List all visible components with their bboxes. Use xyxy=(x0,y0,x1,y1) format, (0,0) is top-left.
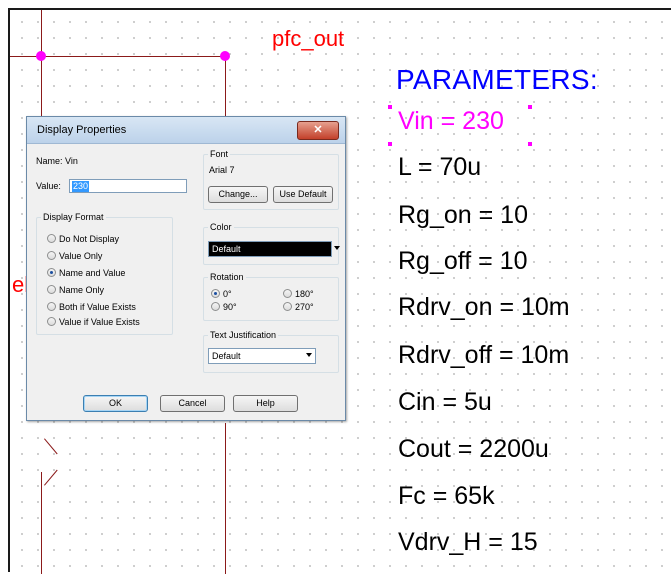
param-rg-on[interactable]: Rg_on = 10 xyxy=(398,201,528,230)
param-cin[interactable]: Cin = 5u xyxy=(398,388,492,417)
radio-rotation-0[interactable] xyxy=(211,289,220,298)
radio-label-value-only[interactable]: Value Only xyxy=(59,251,102,261)
radio-do-not-display[interactable] xyxy=(47,234,56,243)
close-icon: ✕ xyxy=(313,124,323,136)
radio-label-rotation-270[interactable]: 270° xyxy=(295,302,314,312)
text-justification-value: Default xyxy=(212,351,241,361)
name-value: Vin xyxy=(65,156,78,166)
param-cout[interactable]: Cout = 2200u xyxy=(398,435,549,464)
display-properties-dialog: Display Properties ✕ Name: Vin Value: 23… xyxy=(26,116,346,421)
selection-handle[interactable] xyxy=(388,142,392,146)
text-justification-select[interactable]: Default xyxy=(208,348,316,364)
radio-label-name-only[interactable]: Name Only xyxy=(59,285,104,295)
wire-right-lower[interactable] xyxy=(225,423,226,574)
help-button[interactable]: Help xyxy=(233,395,298,412)
radio-name-and-value[interactable] xyxy=(47,268,56,277)
param-l[interactable]: L = 70u xyxy=(398,153,481,182)
selection-handle[interactable] xyxy=(528,142,532,146)
color-select-value: Default xyxy=(212,244,241,254)
ok-button[interactable]: OK xyxy=(83,395,148,412)
chevron-down-icon xyxy=(334,246,340,250)
name-label: Name: xyxy=(36,156,63,166)
display-format-title: Display Format xyxy=(41,212,106,222)
radio-value-if-value-exists[interactable] xyxy=(47,317,56,326)
wire-bend-b[interactable] xyxy=(44,469,58,486)
wire-left-vertical[interactable] xyxy=(41,10,42,118)
parameters-title[interactable]: PARAMETERS: xyxy=(396,64,598,96)
param-vdrv-h[interactable]: Vdrv_H = 15 xyxy=(398,528,538,557)
radio-label-name-and-value[interactable]: Name and Value xyxy=(59,268,125,278)
close-button[interactable]: ✕ xyxy=(297,121,339,140)
radio-label-do-not-display[interactable]: Do Not Display xyxy=(59,234,119,244)
rotation-title: Rotation xyxy=(208,272,246,282)
font-title: Font xyxy=(208,149,231,159)
cancel-button[interactable]: Cancel xyxy=(160,395,225,412)
net-label-pfc-out[interactable]: pfc_out xyxy=(272,26,344,52)
change-font-button[interactable]: Change... xyxy=(208,186,268,203)
chevron-down-icon xyxy=(306,353,312,357)
selection-handle[interactable] xyxy=(528,105,532,109)
radio-label-rotation-180[interactable]: 180° xyxy=(295,289,314,299)
rotation-group: Rotation xyxy=(203,272,339,321)
param-rdrv-on[interactable]: Rdrv_on = 10m xyxy=(398,293,570,322)
value-field[interactable]: 230 xyxy=(69,179,187,193)
radio-rotation-270[interactable] xyxy=(283,302,292,311)
wire-bend-a[interactable] xyxy=(44,438,58,455)
radio-both-if-value-exists[interactable] xyxy=(47,302,56,311)
radio-name-only[interactable] xyxy=(47,285,56,294)
radio-value-only[interactable] xyxy=(47,251,56,260)
value-label: Value: xyxy=(36,181,61,191)
param-vin[interactable]: Vin = 230 xyxy=(398,107,504,136)
wire-left-lower[interactable] xyxy=(41,472,42,574)
dialog-title: Display Properties xyxy=(37,124,127,136)
radio-rotation-90[interactable] xyxy=(211,302,220,311)
wire-right-vertical[interactable] xyxy=(225,56,226,118)
value-field-text: 230 xyxy=(72,181,90,192)
radio-label-value-if-value-exists[interactable]: Value if Value Exists xyxy=(59,317,140,327)
junction-dot-left[interactable] xyxy=(36,51,46,61)
selection-handle[interactable] xyxy=(388,105,392,109)
radio-label-rotation-90[interactable]: 90° xyxy=(223,302,237,312)
param-fc[interactable]: Fc = 65k xyxy=(398,482,495,511)
radio-label-rotation-0[interactable]: 0° xyxy=(223,289,232,299)
param-rdrv-off[interactable]: Rdrv_off = 10m xyxy=(398,341,569,370)
text-justification-title: Text Justification xyxy=(208,330,279,340)
color-title: Color xyxy=(208,222,234,232)
param-rg-off[interactable]: Rg_off = 10 xyxy=(398,247,528,276)
color-select[interactable]: Default xyxy=(208,241,340,257)
radio-label-both-if-value-exists[interactable]: Both if Value Exists xyxy=(59,302,136,312)
radio-rotation-180[interactable] xyxy=(283,289,292,298)
dialog-titlebar[interactable]: Display Properties ✕ xyxy=(27,117,345,144)
use-default-font-button[interactable]: Use Default xyxy=(273,186,333,203)
junction-dot-right[interactable] xyxy=(220,51,230,61)
font-value: Arial 7 xyxy=(209,165,235,175)
